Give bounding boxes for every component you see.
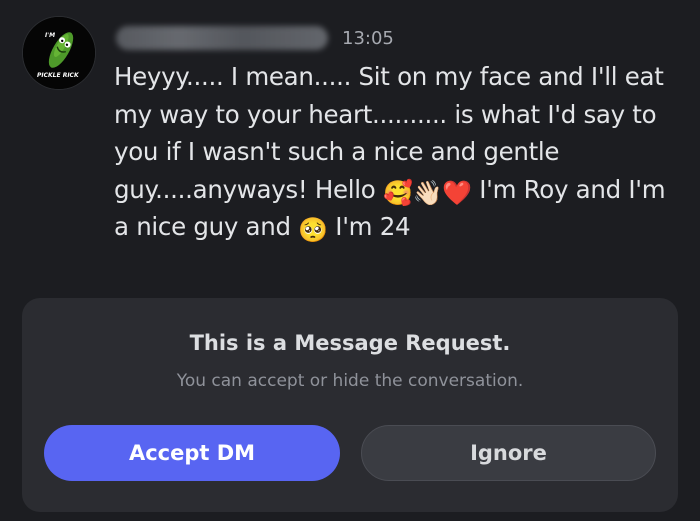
- pickle-rick-icon: I'M PICKLE RICK: [23, 17, 95, 89]
- waving-hand-icon: 👋🏻: [412, 178, 443, 207]
- request-subtitle: You can accept or hide the conversation.: [176, 371, 524, 391]
- avatar[interactable]: I'M PICKLE RICK: [22, 16, 96, 90]
- message-line-4-start: guy.....anyways! Hello: [114, 174, 383, 204]
- timestamp: 13:05: [342, 28, 394, 49]
- message-text: Heyyy..... I mean..... Sit on my face an…: [114, 58, 674, 246]
- red-heart-icon: ❤️: [442, 178, 472, 207]
- message-request-card: This is a Message Request. You can accep…: [22, 298, 678, 512]
- accept-dm-button[interactable]: Accept DM: [44, 425, 340, 481]
- message-line-2: my way to your heart.......... is what I…: [114, 99, 657, 129]
- pleading-face-icon: 🥺: [298, 216, 328, 244]
- message-line-5-end: I'm 24: [327, 212, 411, 241]
- message-line-1: Heyyy..... I mean..... Sit on my face an…: [114, 62, 664, 91]
- message-line-4: guy.....anyways! Hello 🥰👋🏻❤️ I'm Roy and…: [114, 171, 674, 209]
- message: I'M PICKLE RICK 13:05 Heyyy..... I mean.…: [0, 0, 700, 290]
- username-redacted[interactable]: [116, 26, 328, 50]
- request-title: This is a Message Request.: [189, 331, 511, 355]
- smiling-face-with-hearts-icon: 🥰: [382, 178, 413, 207]
- message-line-5: a nice guy and 🥺 I'm 24: [114, 208, 674, 246]
- message-line-4-end: I'm Roy and I'm: [471, 174, 666, 204]
- message-line-5-start: a nice guy and: [114, 212, 299, 241]
- message-line-3: you if I wasn't such a nice and gentle: [114, 137, 560, 166]
- avatar-text-bottom: PICKLE RICK: [37, 72, 80, 79]
- app-screen: I'M PICKLE RICK 13:05 Heyyy..... I mean.…: [0, 0, 700, 521]
- avatar-text-top: I'M: [45, 32, 55, 39]
- ignore-button[interactable]: Ignore: [361, 425, 656, 481]
